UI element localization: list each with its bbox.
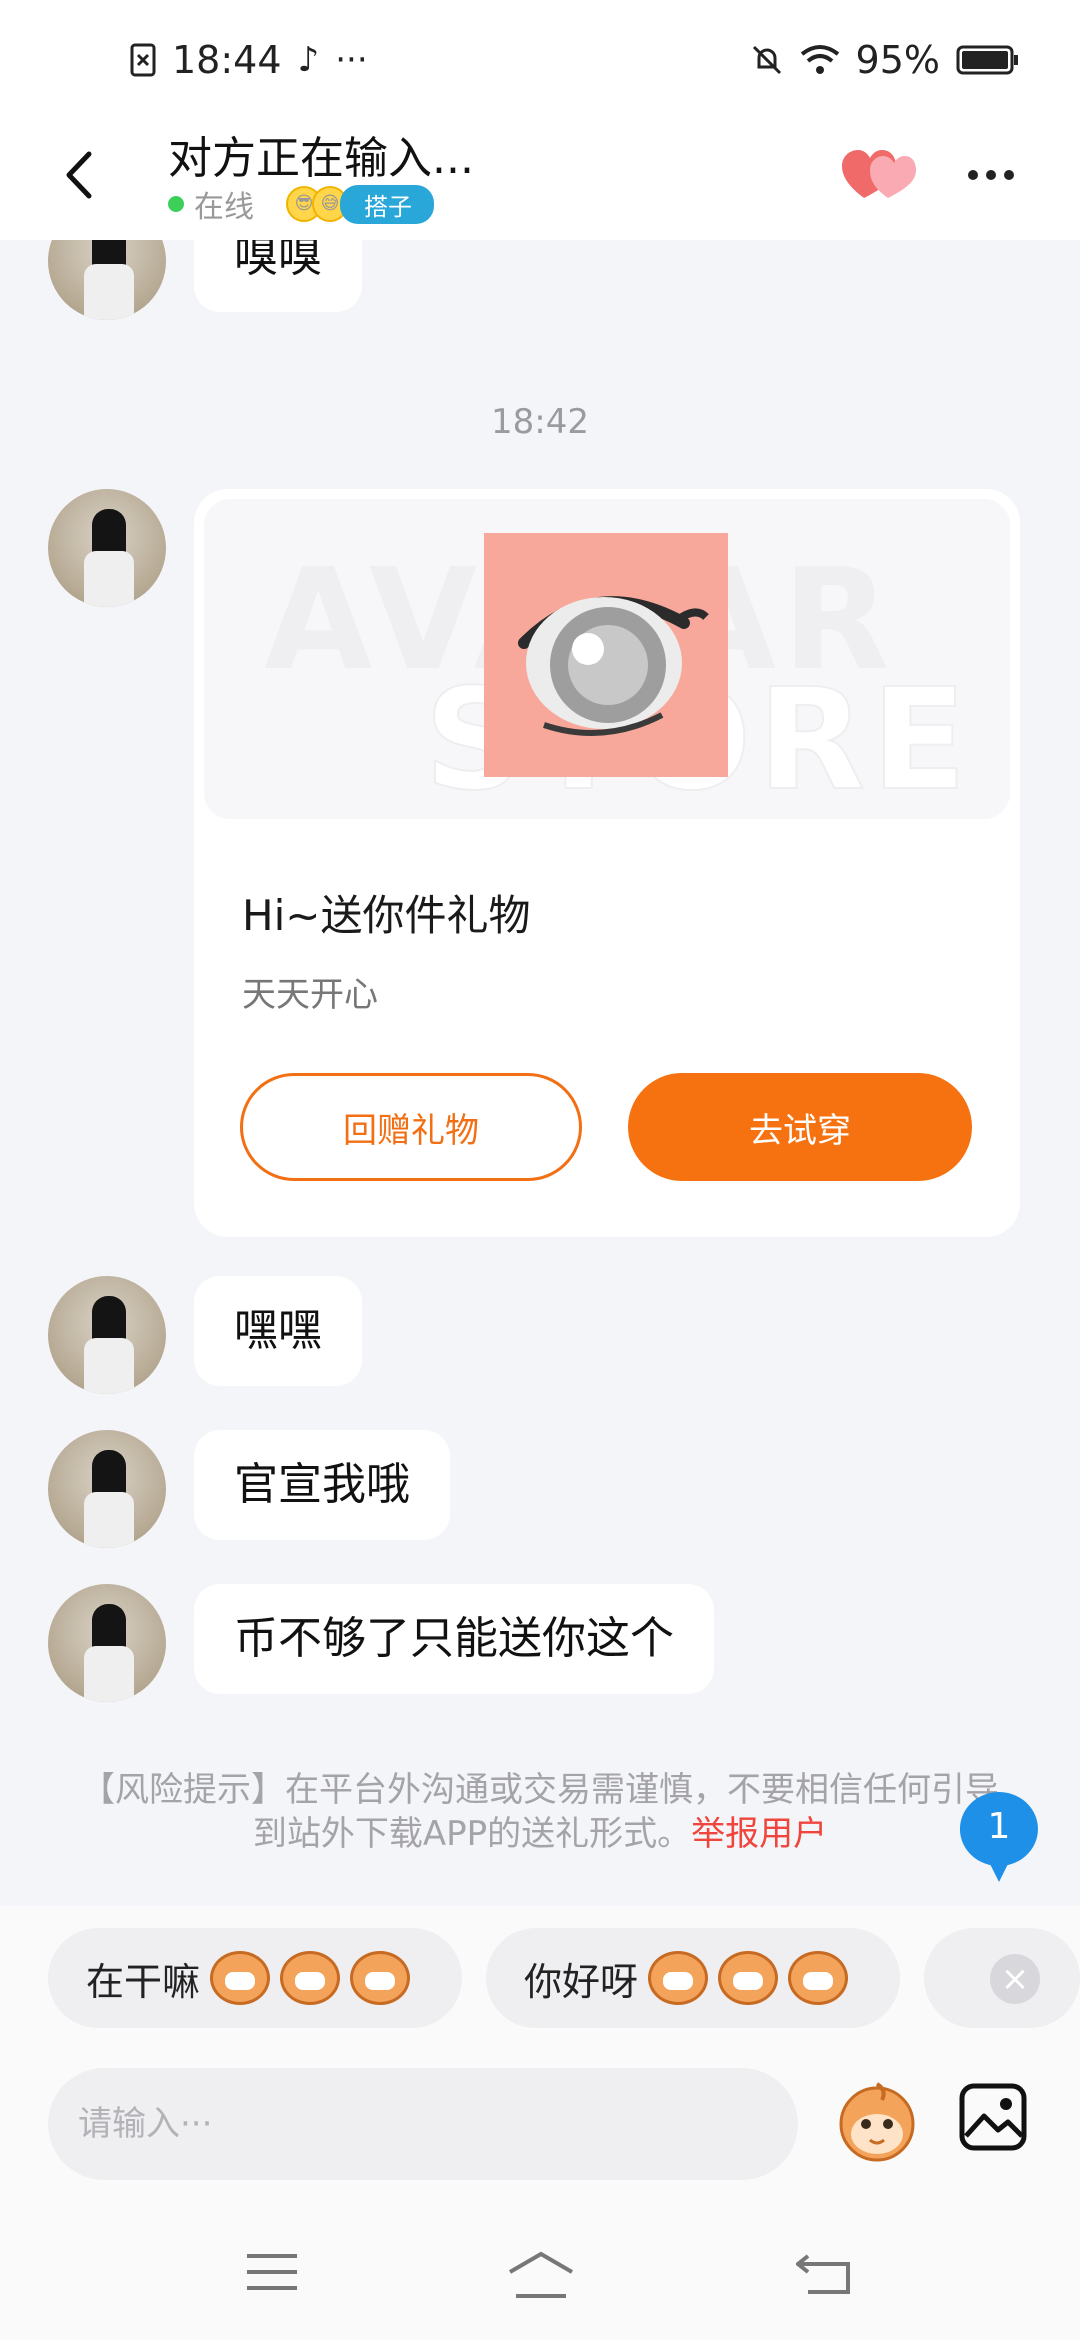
partner-badge: 搭子 — [340, 184, 434, 224]
image-picker-icon[interactable] — [958, 2082, 1028, 2152]
more-status-icon: ··· — [335, 40, 368, 80]
eye-icon — [518, 596, 709, 736]
message-timestamp: 18:42 — [491, 402, 589, 442]
online-dot-icon — [168, 196, 184, 212]
battery-icon — [956, 45, 1018, 75]
system-nav-bar — [0, 2210, 1080, 2340]
chat-header: 对方正在输入... 在线 😎 😅 搭子 — [0, 120, 1080, 240]
return-gift-button[interactable]: 回赠礼物 — [240, 1073, 582, 1181]
more-options-icon[interactable] — [968, 140, 1028, 210]
menu-nav-icon[interactable] — [245, 2250, 299, 2298]
risk-notice: 【风险提示】在平台外沟通或交易需谨慎，不要相信任何引导到站外下载APP的送礼形式… — [80, 1768, 1000, 1856]
monkey-emoji-icon — [788, 1951, 849, 2005]
monkey-emoji-icon — [350, 1951, 411, 2005]
gift-card[interactable]: AVATAR STORE Hi~送你件礼物 天天开心 回赠礼物 去试穿 — [194, 489, 1020, 1237]
monkey-emoji-icon — [718, 1951, 779, 2005]
report-user-link[interactable]: 举报用户 — [691, 1814, 827, 1854]
quick-reply-label: 你好呀 — [524, 1959, 639, 2004]
avatar[interactable] — [48, 1430, 166, 1548]
tiktok-icon: ♪ — [297, 40, 320, 80]
quick-reply-chip[interactable]: 在干嘛 — [48, 1928, 462, 2028]
avatar[interactable] — [48, 489, 166, 607]
partner-tag[interactable]: 😎 😅 搭子 — [286, 184, 434, 224]
message-bubble[interactable]: 嘿嘿 — [194, 1276, 362, 1386]
online-status: 在线 😎 😅 搭子 — [168, 182, 434, 226]
avatar[interactable] — [48, 1584, 166, 1702]
monkey-emoji-icon — [648, 1951, 709, 2005]
message-bubble[interactable]: 嗅嗅 — [194, 240, 362, 312]
message-input[interactable]: 请输入··· — [48, 2068, 798, 2180]
back-nav-icon[interactable] — [794, 2250, 852, 2300]
status-time: 18:44 — [172, 38, 282, 82]
avatar[interactable] — [48, 1276, 166, 1394]
close-quick-replies-icon[interactable]: × — [990, 1954, 1040, 2004]
gift-title: Hi~送你件礼物 — [242, 891, 531, 940]
gift-subtitle: 天天开心 — [242, 975, 378, 1015]
eye-gift-image[interactable] — [484, 533, 728, 777]
new-message-count: 1 — [987, 1806, 1011, 1847]
monkey-emoji-icon — [280, 1951, 341, 2005]
try-on-button[interactable]: 去试穿 — [628, 1073, 972, 1181]
message-bubble[interactable]: 官宣我哦 — [194, 1430, 450, 1540]
monkey-emoji-icon — [210, 1951, 271, 2005]
online-status-text: 在线 — [194, 190, 254, 225]
quick-reply-chip[interactable]: 你好呀 — [486, 1928, 900, 2028]
message-bubble[interactable]: 币不够了只能送你这个 — [194, 1584, 714, 1694]
wifi-icon — [800, 45, 839, 74]
avatar[interactable] — [48, 240, 166, 320]
chat-messages[interactable]: 嗅嗅 18:42 AVATAR STORE Hi~送你件礼物 天天开心 回赠礼物… — [0, 240, 1080, 1906]
risk-notice-text: 【风险提示】在平台外沟通或交易需谨慎，不要相信任何引导到站外下载APP的送礼形式… — [81, 1770, 999, 1854]
mute-bell-icon — [752, 45, 781, 75]
back-arrow-icon[interactable] — [55, 140, 115, 210]
intimacy-heart-icon[interactable] — [840, 142, 916, 206]
sim-icon — [130, 43, 156, 77]
status-bar: 18:44 ♪ ··· 95% — [0, 0, 1080, 120]
quick-reply-label: 在干嘛 — [86, 1959, 201, 2004]
monkey-mascot-icon[interactable] — [832, 2076, 922, 2166]
chat-title: 对方正在输入... — [168, 133, 474, 184]
home-nav-icon[interactable] — [506, 2250, 576, 2304]
battery-level: 95% — [855, 38, 940, 82]
new-message-badge[interactable]: 1 — [958, 1790, 1040, 1882]
